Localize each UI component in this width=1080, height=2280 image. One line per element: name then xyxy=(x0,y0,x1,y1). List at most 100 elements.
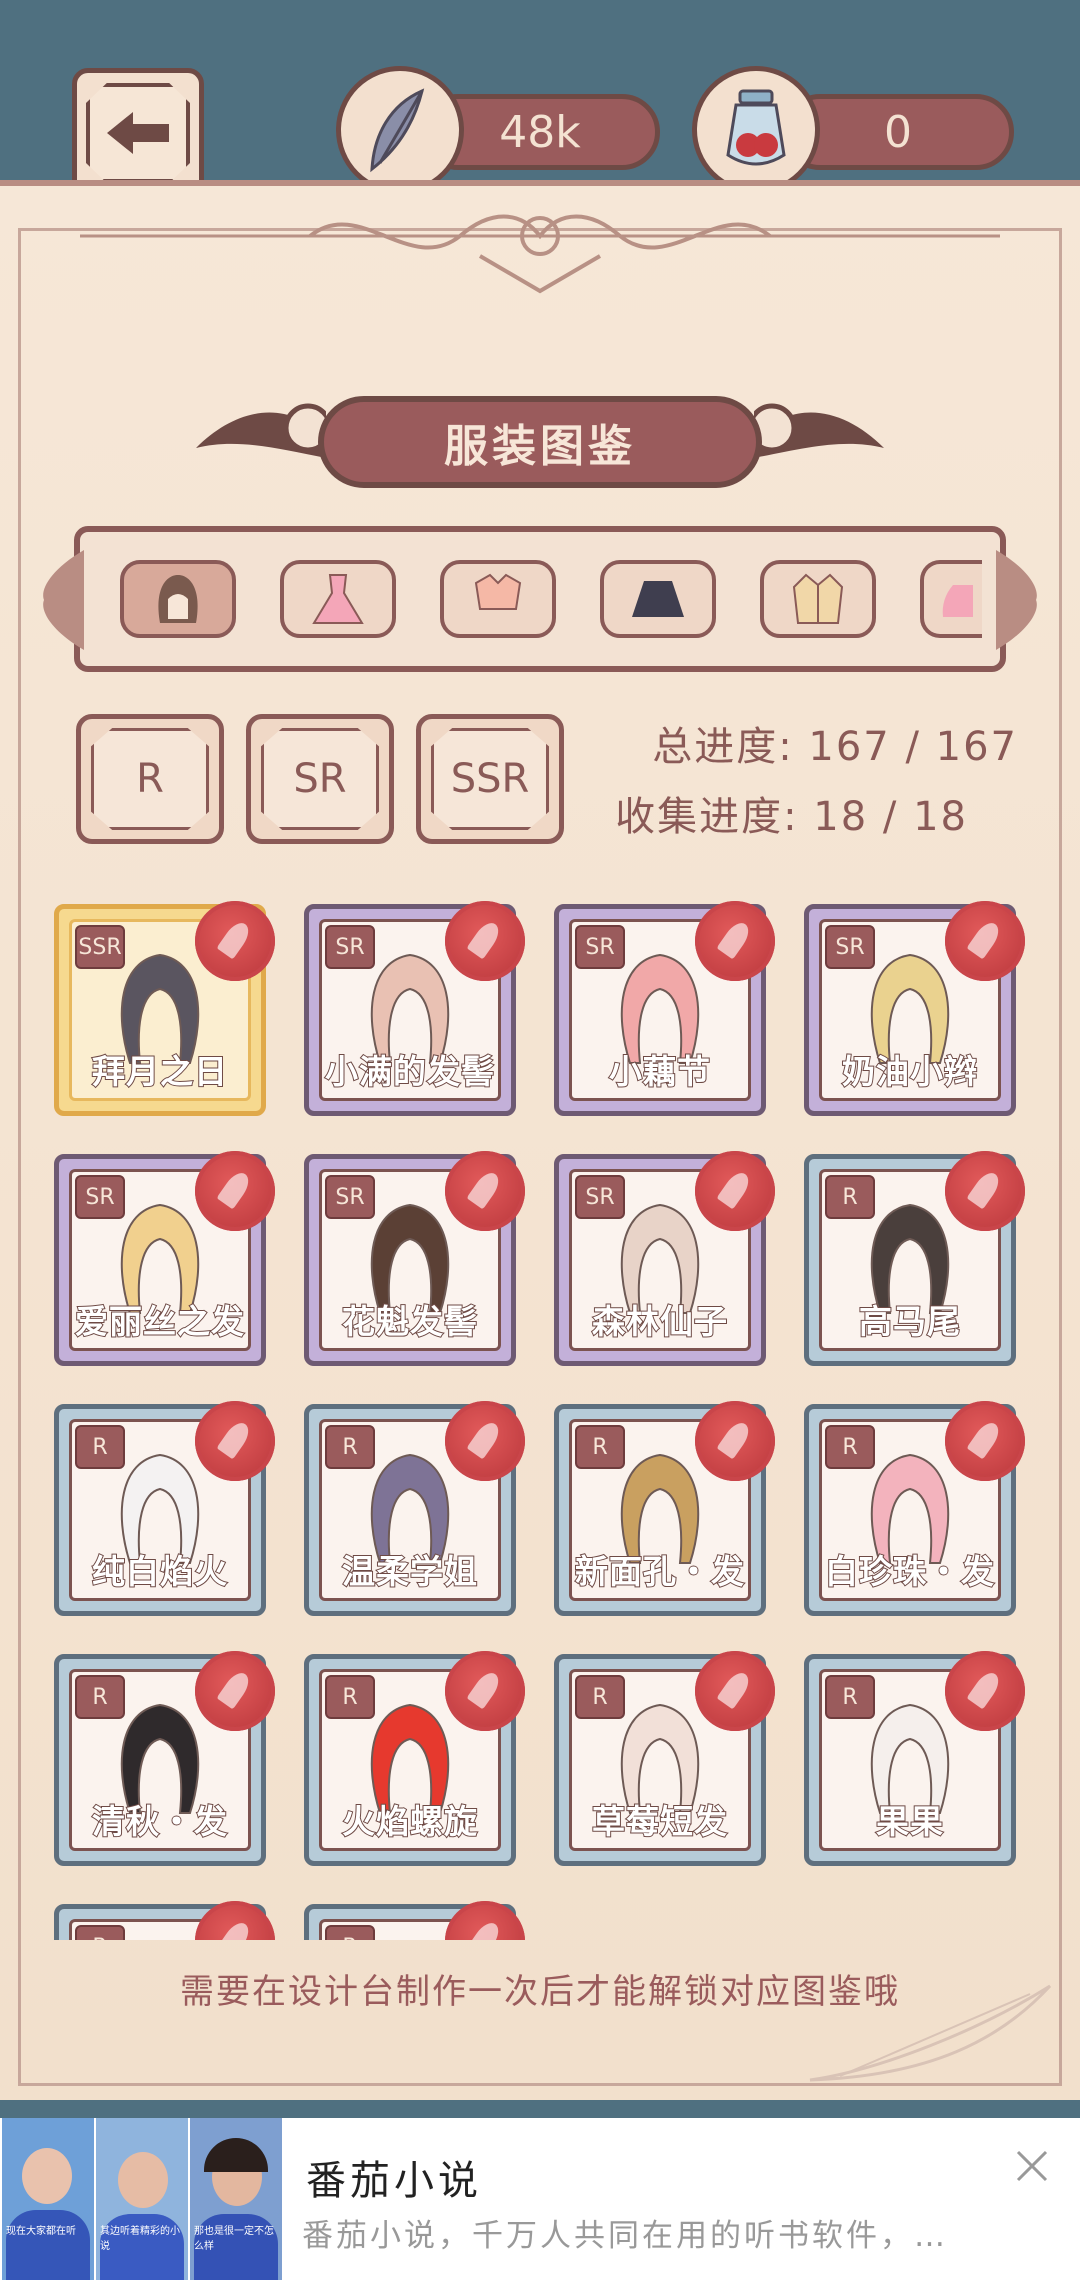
collection-card[interactable]: R 纯白焰火 xyxy=(54,1401,275,1616)
banner-right-wing xyxy=(754,403,884,458)
ad-thumbnail-caption: 现在大家都在听 xyxy=(6,2226,76,2237)
wax-seal-icon xyxy=(445,1151,525,1231)
back-button[interactable] xyxy=(72,68,204,198)
collection-card[interactable]: R 温柔学姐 xyxy=(304,1401,525,1616)
collection-card[interactable]: SR 小藕节 xyxy=(554,901,775,1116)
ad-description[interactable]: 番茄小说，千万人共同在用的听书软件，… xyxy=(302,2210,948,2255)
rarity-badge: R xyxy=(575,1675,625,1719)
rarity-badge: R xyxy=(75,1425,125,1469)
scroll-right-ornament xyxy=(996,550,1037,650)
item-name: 高马尾 xyxy=(858,1301,961,1342)
rarity-badge: SR xyxy=(75,1175,125,1219)
close-icon[interactable] xyxy=(1012,2146,1052,2186)
collection-card[interactable]: R 火焰螺旋 xyxy=(304,1651,525,1866)
tab-hair[interactable] xyxy=(120,560,236,638)
collection-card[interactable]: R 高马尾 xyxy=(804,1151,1025,1366)
collection-card[interactable]: R xyxy=(304,1901,525,1940)
tab-shoes[interactable] xyxy=(920,560,982,638)
page-title-text: 服装图鉴 xyxy=(444,421,636,472)
filter-sr-button[interactable]: SR xyxy=(246,714,394,844)
item-name: 火焰螺旋 xyxy=(341,1801,478,1842)
tab-jacket[interactable] xyxy=(760,560,876,638)
wax-seal-icon xyxy=(695,1401,775,1481)
rarity-badge: R xyxy=(325,1675,375,1719)
collection-card[interactable]: SSR 拜月之日 xyxy=(54,901,275,1116)
item-name: 温柔学姐 xyxy=(341,1551,478,1592)
item-name: 纯白焰火 xyxy=(91,1551,228,1592)
item-name: 果果 xyxy=(875,1801,944,1842)
collection-card[interactable]: SR 爱丽丝之发 xyxy=(54,1151,275,1366)
ad-thumbnail-1[interactable]: 现在大家都在听 xyxy=(2,2118,94,2280)
collection-card[interactable]: R 清秋・发 xyxy=(54,1651,275,1866)
rarity-badge: SR xyxy=(325,925,375,969)
item-name: 白珍珠・发 xyxy=(824,1551,995,1592)
wax-seal-icon xyxy=(695,901,775,981)
total-progress: 总进度: 167 / 167 xyxy=(652,724,1018,770)
wax-seal-icon xyxy=(945,1401,1025,1481)
rarity-badge: R xyxy=(825,1425,875,1469)
wax-seal-icon xyxy=(695,1151,775,1231)
filter-ssr-label: SSR xyxy=(450,756,530,802)
ad-title[interactable]: 番茄小说 xyxy=(306,2148,482,2206)
collection-card[interactable]: R 白珍珠・发 xyxy=(804,1401,1025,1616)
rarity-badge: R xyxy=(325,1925,375,1940)
potion-value: 0 xyxy=(884,106,912,158)
item-name: 森林仙子 xyxy=(591,1301,728,1342)
wax-seal-icon xyxy=(945,1151,1025,1231)
scroll-left-ornament xyxy=(43,550,84,650)
rarity-badge: SSR xyxy=(75,925,125,969)
tab-dress[interactable] xyxy=(280,560,396,638)
skirt-icon xyxy=(632,581,684,617)
wax-seal-icon xyxy=(445,901,525,981)
collection-card[interactable]: R 果果 xyxy=(804,1651,1025,1866)
wax-seal-icon xyxy=(445,1401,525,1481)
collection-card[interactable]: SR 花魁发髻 xyxy=(304,1151,525,1366)
collection-card[interactable]: R xyxy=(54,1901,275,1940)
dress-icon xyxy=(312,574,364,624)
filter-sr-label: SR xyxy=(293,756,347,802)
rarity-badge: SR xyxy=(825,925,875,969)
tab-top[interactable] xyxy=(440,560,556,638)
collection-card[interactable]: SR 小满的发髻 xyxy=(304,901,525,1116)
rarity-badge: R xyxy=(825,1175,875,1219)
feather-icon xyxy=(336,66,464,194)
wax-seal-icon xyxy=(195,1151,275,1231)
wax-seal-icon xyxy=(945,901,1025,981)
wax-seal-icon xyxy=(195,1401,275,1481)
ad-thumbnail-caption: 那也是很一定不怎么样 xyxy=(194,2226,274,2252)
filter-ssr-button[interactable]: SSR xyxy=(416,714,564,844)
rarity-badge: SR xyxy=(325,1175,375,1219)
wax-seal-icon xyxy=(695,1651,775,1731)
ad-thumbnail-caption: 其边听着精彩的小说 xyxy=(100,2226,180,2252)
rarity-badge: SR xyxy=(575,1175,625,1219)
item-name: 爱丽丝之发 xyxy=(74,1301,245,1342)
filter-r-button[interactable]: R xyxy=(76,714,224,844)
page-title: 服装图鉴 xyxy=(318,396,762,488)
tab-skirt[interactable] xyxy=(600,560,716,638)
hair-icon xyxy=(158,575,198,623)
item-name: 拜月之日 xyxy=(91,1051,228,1092)
collection-card[interactable]: R 新面孔・发 xyxy=(554,1401,775,1616)
collection-card[interactable]: SR 森林仙子 xyxy=(554,1151,775,1366)
feather-value: 48k xyxy=(499,106,581,158)
ad-thumbnail-3[interactable]: 那也是很一定不怎么样 xyxy=(190,2118,282,2280)
jacket-icon xyxy=(792,573,844,624)
top-icon xyxy=(474,573,522,610)
rarity-badge: R xyxy=(325,1425,375,1469)
wax-seal-icon xyxy=(195,901,275,981)
shoe-icon xyxy=(942,585,973,617)
ad-thumbnail-2[interactable]: 其边听着精彩的小说 xyxy=(96,2118,188,2280)
collect-progress: 收集进度: 18 / 18 xyxy=(615,794,968,840)
wax-seal-icon xyxy=(445,1651,525,1731)
back-arrow-icon xyxy=(86,83,190,183)
collection-card[interactable]: SR 奶油小辫 xyxy=(804,901,1025,1116)
banner-left-wing xyxy=(196,403,326,458)
item-name: 奶油小辫 xyxy=(841,1051,978,1092)
item-name: 小满的发髻 xyxy=(324,1051,495,1092)
rarity-badge: R xyxy=(75,1675,125,1719)
rarity-badge: R xyxy=(575,1425,625,1469)
collection-card[interactable]: R 草莓短发 xyxy=(554,1651,775,1866)
item-name: 草莓短发 xyxy=(591,1801,728,1842)
wax-seal-icon xyxy=(945,1651,1025,1731)
potion-jar-icon xyxy=(692,66,820,194)
